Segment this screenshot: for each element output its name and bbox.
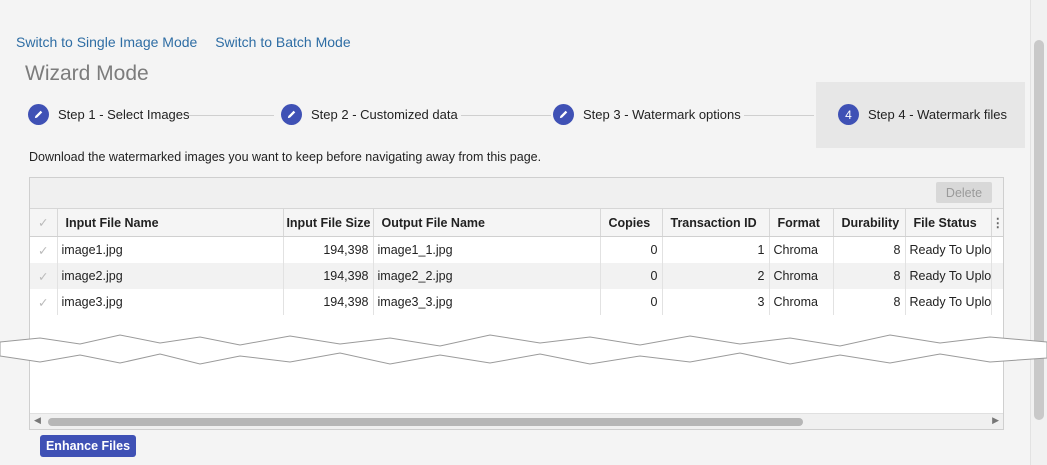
step-4[interactable]: 4 Step 4 - Watermark files xyxy=(838,104,1007,125)
col-durability[interactable]: Durability xyxy=(833,209,906,237)
scroll-left-arrow-icon[interactable]: ◀ xyxy=(34,415,41,426)
col-input-file-name[interactable]: Input File Name xyxy=(57,209,284,237)
cell-transaction-id: 1 xyxy=(662,236,770,263)
col-file-status[interactable]: File Status xyxy=(905,209,992,237)
step-connector xyxy=(744,115,814,116)
pencil-icon xyxy=(28,104,49,125)
batch-mode-link[interactable]: Switch to Batch Mode xyxy=(215,34,350,50)
row-checkbox[interactable]: ✓ xyxy=(30,236,58,263)
pencil-icon xyxy=(553,104,574,125)
download-note: Download the watermarked images you want… xyxy=(29,150,542,164)
step-3[interactable]: Step 3 - Watermark options xyxy=(553,104,741,125)
cell-input-file-name: image1.jpg xyxy=(57,236,284,263)
mode-links: Switch to Single Image Mode Switch to Ba… xyxy=(16,34,365,50)
cell-format: Chroma xyxy=(769,236,834,263)
cell-transaction-id: 2 xyxy=(662,263,770,289)
row-checkbox[interactable]: ✓ xyxy=(30,289,58,315)
cell-output-file-name: image3_3.jpg xyxy=(373,289,601,315)
wizard-stepper: Step 1 - Select Images Step 2 - Customiz… xyxy=(20,82,1025,148)
col-format[interactable]: Format xyxy=(769,209,834,237)
cell-durability: 8 xyxy=(833,236,906,263)
cell-input-file-size: 194,398 xyxy=(283,236,374,263)
col-output-file-name[interactable]: Output File Name xyxy=(373,209,601,237)
col-input-file-size[interactable]: Input File Size xyxy=(283,209,374,237)
torn-edge-divider xyxy=(0,334,1047,365)
cell-durability: 8 xyxy=(833,263,906,289)
scrollbar-thumb[interactable] xyxy=(48,418,803,426)
cell-copies: 0 xyxy=(600,236,663,263)
step-2[interactable]: Step 2 - Customized data xyxy=(281,104,458,125)
cell-copies: 0 xyxy=(600,263,663,289)
step-1[interactable]: Step 1 - Select Images xyxy=(28,104,190,125)
cell-format: Chroma xyxy=(769,263,834,289)
files-grid: Delete ✓ Input File Name Input File Size… xyxy=(29,177,1004,430)
files-table: ✓ Input File Name Input File Size Output… xyxy=(30,209,1003,315)
header-row: ✓ Input File Name Input File Size Output… xyxy=(30,209,1003,237)
step-label: Step 3 - Watermark options xyxy=(583,107,741,122)
step-connector xyxy=(461,115,551,116)
enhance-files-button[interactable]: Enhance Files xyxy=(40,435,136,457)
col-transaction-id[interactable]: Transaction ID xyxy=(662,209,770,237)
cell-transaction-id: 3 xyxy=(662,289,770,315)
scroll-right-arrow-icon[interactable]: ▶ xyxy=(992,415,999,426)
table-row[interactable]: ✓ image2.jpg 194,398 image2_2.jpg 0 2 Ch… xyxy=(30,263,1003,289)
delete-button[interactable]: Delete xyxy=(936,182,992,203)
horizontal-scrollbar[interactable]: ◀ ▶ xyxy=(30,413,1003,429)
cell-file-status: Ready To Uplo xyxy=(905,289,992,315)
grid-toolbar: Delete xyxy=(30,178,1003,209)
column-menu-icon[interactable]: ⋮ xyxy=(991,209,1003,237)
row-checkbox[interactable]: ✓ xyxy=(30,263,58,289)
pencil-icon xyxy=(281,104,302,125)
single-image-mode-link[interactable]: Switch to Single Image Mode xyxy=(16,34,197,50)
step-label: Step 2 - Customized data xyxy=(311,107,458,122)
cell-durability: 8 xyxy=(833,289,906,315)
step-label: Step 1 - Select Images xyxy=(58,107,190,122)
table-row[interactable]: ✓ image3.jpg 194,398 image3_3.jpg 0 3 Ch… xyxy=(30,289,1003,315)
step-number: 4 xyxy=(838,104,859,125)
col-copies[interactable]: Copies xyxy=(600,209,663,237)
cell-input-file-name: image3.jpg xyxy=(57,289,284,315)
table-row[interactable]: ✓ image1.jpg 194,398 image1_1.jpg 0 1 Ch… xyxy=(30,236,1003,263)
cell-input-file-size: 194,398 xyxy=(283,289,374,315)
cell-input-file-name: image2.jpg xyxy=(57,263,284,289)
cell-input-file-size: 194,398 xyxy=(283,263,374,289)
cell-copies: 0 xyxy=(600,289,663,315)
cell-output-file-name: image2_2.jpg xyxy=(373,263,601,289)
cell-file-status: Ready To Uplo xyxy=(905,263,992,289)
cell-format: Chroma xyxy=(769,289,834,315)
step-connector xyxy=(188,115,274,116)
vertical-scrollbar[interactable] xyxy=(1030,0,1047,465)
step-label: Step 4 - Watermark files xyxy=(868,107,1007,122)
page: Switch to Single Image Mode Switch to Ba… xyxy=(0,0,1030,465)
select-all-checkbox[interactable]: ✓ xyxy=(30,209,58,237)
cell-output-file-name: image1_1.jpg xyxy=(373,236,601,263)
cell-file-status: Ready To Uplo xyxy=(905,236,992,263)
